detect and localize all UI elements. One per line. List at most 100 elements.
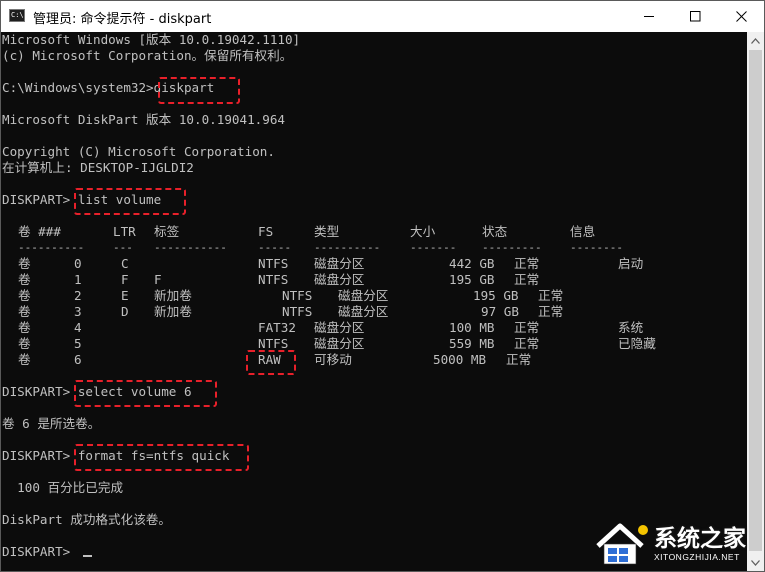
volume-row-type: 可移动 xyxy=(314,352,352,367)
col-header-ltr: LTR xyxy=(113,224,136,239)
watermark-url: XITONGZHIJIA.NET xyxy=(654,552,740,562)
separator: ---------- xyxy=(314,241,381,254)
diskpart-command-line: C:\Windows\system32>diskpart xyxy=(2,80,215,95)
volume-row-num: 4 xyxy=(74,320,82,335)
text-cursor xyxy=(83,555,92,557)
volume-row-vol: 卷 xyxy=(18,288,31,303)
volume-row-ltr: E xyxy=(121,288,129,303)
separator: ---------- xyxy=(18,241,85,254)
volume-row-size: 5000 MB xyxy=(433,352,487,367)
maximize-icon xyxy=(689,11,700,22)
diskpart-prompt[interactable]: DISKPART> xyxy=(2,544,78,560)
volume-row-fs: FAT32 xyxy=(258,320,296,335)
minimize-button[interactable] xyxy=(626,1,672,32)
select-volume-command-line: DISKPART> select volume 6 xyxy=(2,384,192,399)
volume-row-size: 442 GB xyxy=(449,256,495,271)
volume-row-size: 195 GB xyxy=(449,272,495,287)
volume-row-info: 系统 xyxy=(618,320,644,335)
scroll-up-button[interactable] xyxy=(747,32,764,49)
col-header-volume: 卷 ### xyxy=(18,224,61,239)
volume-row-num: 0 xyxy=(74,256,82,271)
volume-row-status: 正常 xyxy=(514,272,540,287)
list-volume-command-line: DISKPART> list volume xyxy=(2,192,162,207)
volume-row-ltr: D xyxy=(121,304,129,319)
col-header-size: 大小 xyxy=(410,224,436,239)
vertical-scrollbar[interactable] xyxy=(747,32,764,571)
close-button[interactable] xyxy=(718,1,764,32)
volume-row-type: 磁盘分区 xyxy=(314,256,365,271)
volume-row-label: 新加卷 xyxy=(154,288,192,303)
volume-row-type: 磁盘分区 xyxy=(338,304,389,319)
command-prompt-window: C:\ 管理员: 命令提示符 - diskpart Microsoft Wind… xyxy=(0,0,765,572)
volume-row-fs: NTFS xyxy=(258,336,289,351)
cmd-icon[interactable]: C:\ xyxy=(9,9,25,22)
volume-row-type: 磁盘分区 xyxy=(314,272,365,287)
volume-row-vol: 卷 xyxy=(18,352,31,367)
volume-row-num: 6 xyxy=(74,352,82,367)
format-command-line: DISKPART> format fs=ntfs quick xyxy=(2,448,230,463)
col-header-info: 信息 xyxy=(570,224,596,239)
volume-row-fs: NTFS xyxy=(258,272,289,287)
volume-row-num: 3 xyxy=(74,304,82,319)
volume-row-fs: RAW xyxy=(258,352,281,367)
volume-row-type: 磁盘分区 xyxy=(314,320,365,335)
title-bar[interactable]: C:\ 管理员: 命令提示符 - diskpart xyxy=(1,1,764,32)
copyright-line: (c) Microsoft Corporation。保留所有权利。 xyxy=(2,48,293,63)
volume-row-num: 5 xyxy=(74,336,82,351)
volume-row-info: 已隐藏 xyxy=(618,336,656,351)
volume-row-vol: 卷 xyxy=(18,272,31,287)
col-header-type: 类型 xyxy=(314,224,340,239)
volume-row-fs: NTFS xyxy=(282,304,313,319)
console-output[interactable]: Microsoft Windows [版本 10.0.19042.1110] (… xyxy=(1,32,747,571)
diskpart-copyright-line: Copyright (C) Microsoft Corporation. xyxy=(2,144,275,159)
volume-row-ltr: C xyxy=(121,256,129,271)
volume-row-status: 正常 xyxy=(538,304,564,319)
volume-row-size: 195 GB xyxy=(473,288,519,303)
format-success-line: DiskPart 成功格式化该卷。 xyxy=(2,512,171,527)
volume-row-num: 1 xyxy=(74,272,82,287)
volume-row-vol: 卷 xyxy=(18,256,31,271)
volume-row-fs: NTFS xyxy=(282,288,313,303)
col-header-status: 状态 xyxy=(482,224,508,239)
watermark-logo-icon xyxy=(596,523,648,565)
volume-row-label: 新加卷 xyxy=(154,304,192,319)
close-icon xyxy=(735,11,747,22)
separator: ----- xyxy=(258,241,292,254)
separator: --------- xyxy=(482,241,542,254)
volume-row-ltr: F xyxy=(121,272,129,287)
separator: ----------- xyxy=(154,241,227,254)
version-line: Microsoft Windows [版本 10.0.19042.1110] xyxy=(2,32,301,47)
volume-row-size: 559 MB xyxy=(449,336,495,351)
selected-volume-message: 卷 6 是所选卷。 xyxy=(2,416,101,431)
format-progress-line: 100 百分比已完成 xyxy=(2,480,124,495)
volume-row-status: 正常 xyxy=(506,352,532,367)
volume-row-type: 磁盘分区 xyxy=(314,336,365,351)
maximize-button[interactable] xyxy=(672,1,718,32)
volume-row-status: 正常 xyxy=(514,320,540,335)
col-header-fs: FS xyxy=(258,224,274,239)
scrollbar-thumb[interactable] xyxy=(749,50,762,551)
volume-row-num: 2 xyxy=(74,288,82,303)
diskpart-version-line: Microsoft DiskPart 版本 10.0.19041.964 xyxy=(2,112,285,127)
volume-row-info: 启动 xyxy=(618,256,644,271)
volume-row-type: 磁盘分区 xyxy=(338,288,389,303)
volume-row-status: 正常 xyxy=(514,256,540,271)
volume-row-label: F xyxy=(154,272,162,287)
separator: -------- xyxy=(570,241,623,254)
volume-row-status: 正常 xyxy=(514,336,540,351)
col-header-label: 标签 xyxy=(154,224,180,239)
volume-row-size: 100 MB xyxy=(449,320,495,335)
volume-row-vol: 卷 xyxy=(18,320,31,335)
chevron-up-icon xyxy=(751,37,760,44)
volume-row-size: 97 GB xyxy=(481,304,519,319)
minimize-icon xyxy=(643,16,654,17)
volume-row-status: 正常 xyxy=(538,288,564,303)
watermark-text: 系统之家 xyxy=(654,526,746,552)
window-title: 管理员: 命令提示符 - diskpart xyxy=(33,12,212,27)
separator: ------- xyxy=(410,241,457,254)
watermark: 系统之家 XITONGZHIJIA.NET xyxy=(588,516,764,571)
volume-row-fs: NTFS xyxy=(258,256,289,271)
volume-row-vol: 卷 xyxy=(18,304,31,319)
separator: --- xyxy=(113,241,133,254)
computer-name-line: 在计算机上: DESKTOP-IJGLDI2 xyxy=(2,160,194,175)
